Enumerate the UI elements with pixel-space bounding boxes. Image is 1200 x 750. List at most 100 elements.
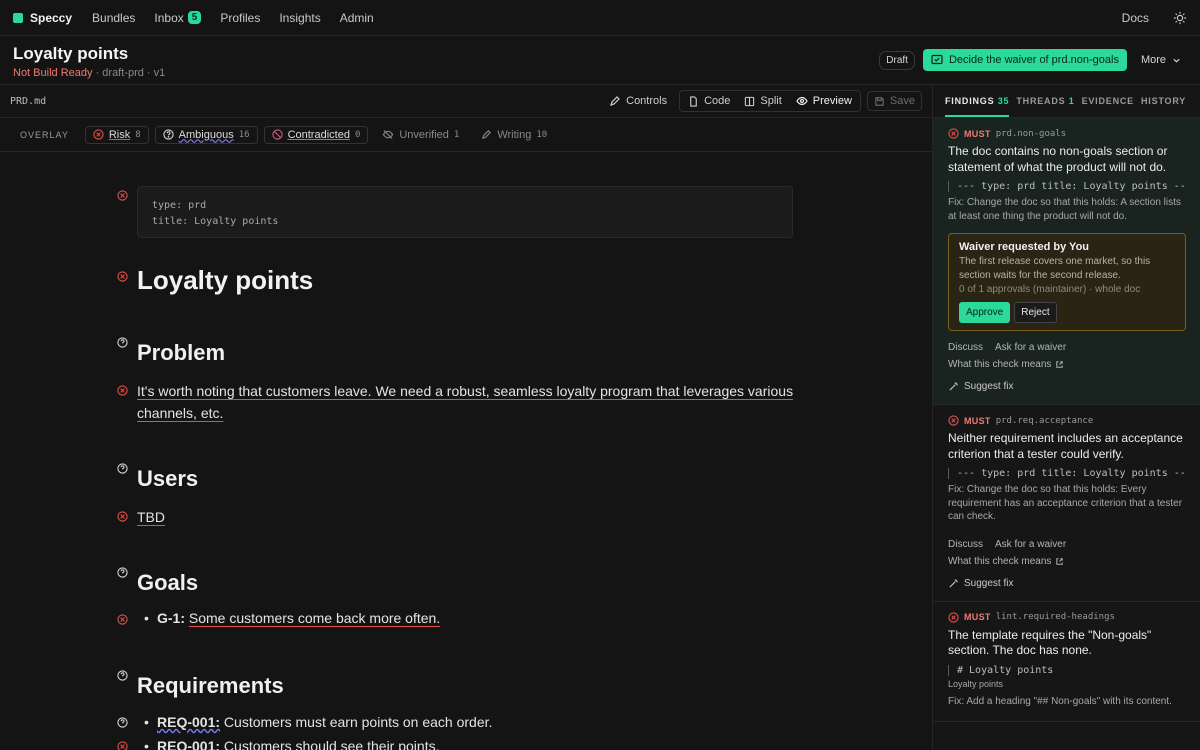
top-nav: Speccy Bundles Inbox 5 Profiles Insights… bbox=[0, 0, 1200, 36]
nav-insights[interactable]: Insights bbox=[279, 11, 320, 25]
risk-marker-icon[interactable] bbox=[117, 190, 128, 201]
x-circle-icon bbox=[93, 129, 104, 140]
goal-text[interactable]: Some customers come back more often. bbox=[189, 610, 440, 626]
overlay-chip-ambiguous[interactable]: Ambiguous 16 bbox=[154, 125, 258, 144]
pencil-icon bbox=[610, 96, 620, 106]
split-view-button[interactable]: Split bbox=[738, 92, 787, 110]
decide-waiver-button[interactable]: Decide the waiver of prd.non-goals bbox=[922, 49, 1127, 71]
code-label: Code bbox=[704, 95, 731, 107]
nav-docs[interactable]: Docs bbox=[1122, 11, 1149, 25]
ambiguous-marker-icon[interactable] bbox=[117, 567, 128, 578]
finding-links: Discuss Ask for a waiver What this check … bbox=[948, 536, 1186, 570]
overlay-chip-risk[interactable]: Risk 8 bbox=[84, 125, 149, 144]
risk-marker-icon[interactable] bbox=[117, 385, 128, 396]
ambiguous-marker-icon[interactable] bbox=[117, 463, 128, 474]
more-label: More bbox=[1140, 54, 1166, 66]
reject-button[interactable]: Reject bbox=[1014, 302, 1057, 323]
users-text[interactable]: TBD bbox=[137, 509, 165, 525]
file-code-icon bbox=[690, 95, 697, 107]
finding-quote[interactable]: --- type: prd title: Loyalty points --- bbox=[948, 468, 1186, 479]
magic-wand-icon bbox=[949, 578, 958, 588]
finding-quote[interactable]: # Loyalty points bbox=[948, 664, 1186, 676]
req-text: Customers must earn points on each order… bbox=[223, 714, 493, 730]
risk-marker-icon[interactable] bbox=[117, 741, 128, 750]
suggest-fix-button[interactable]: Suggest fix bbox=[948, 381, 1186, 392]
tab-threads-label: THREADS bbox=[1016, 96, 1066, 106]
finding-text: The template requires the "Non-goals" se… bbox=[948, 627, 1152, 658]
editor-toolbar: PRD.md Controls Code Split Preview Save bbox=[0, 85, 932, 118]
check-means-link[interactable]: What this check means bbox=[948, 553, 1186, 570]
controls-label: Controls bbox=[626, 95, 668, 107]
overlay-chip-contradicted[interactable]: Contradicted 0 bbox=[263, 125, 369, 144]
problem-paragraph: It's worth noting that customers leave. … bbox=[137, 380, 797, 424]
doc-meta: · draft-prd · v1 bbox=[95, 67, 166, 79]
finding-card[interactable]: MUST lint.required-headings The template… bbox=[933, 602, 1200, 722]
frontmatter-line: title: Loyalty points bbox=[152, 216, 279, 227]
finding-card[interactable]: MUST prd.non-goals The doc contains no n… bbox=[933, 118, 1200, 405]
waiver-meta: 0 of 1 approvals (maintainer) · whole do… bbox=[959, 284, 1141, 295]
risk-marker-icon[interactable] bbox=[117, 511, 128, 522]
tab-findings-count: 35 bbox=[997, 95, 1010, 106]
save-button[interactable]: Save bbox=[866, 91, 922, 111]
nav-profiles[interactable]: Profiles bbox=[220, 11, 260, 25]
tab-threads-count: 1 bbox=[1068, 96, 1075, 106]
writing-label: Writing bbox=[497, 128, 532, 141]
build-status: Not Build Ready bbox=[13, 67, 93, 79]
suggest-fix-button[interactable]: Suggest fix bbox=[948, 578, 1186, 589]
code-view-button[interactable]: Code bbox=[682, 92, 736, 110]
overlay-chip-unverified[interactable]: Unverified 1 bbox=[374, 126, 467, 144]
problem-text[interactable]: It's worth noting that customers leave. … bbox=[137, 383, 793, 421]
document-preview: type: prd title: Loyalty points Loyalty … bbox=[0, 152, 932, 750]
check-means-link[interactable]: What this check means bbox=[948, 356, 1186, 373]
suggest-fix-label: Suggest fix bbox=[964, 577, 1014, 589]
contradicted-label: Contradicted bbox=[287, 128, 350, 141]
ambiguous-marker-icon[interactable] bbox=[117, 337, 128, 348]
decide-waiver-label: Decide the waiver of prd.non-goals bbox=[948, 54, 1119, 66]
overlay-bar: OVERLAY Risk 8 Ambiguous 16 Contradicted… bbox=[0, 118, 932, 152]
ambiguous-marker-icon[interactable] bbox=[117, 717, 128, 728]
rule-id: prd.non-goals bbox=[995, 128, 1067, 139]
split-label: Split bbox=[760, 95, 782, 107]
theme-toggle-sun-icon[interactable] bbox=[1173, 11, 1187, 25]
finding-quote[interactable]: --- type: prd title: Loyalty points --- bbox=[948, 181, 1186, 192]
ambiguous-marker-icon[interactable] bbox=[117, 670, 128, 681]
finding-card[interactable]: MUST prd.req.acceptance Neither requirem… bbox=[933, 405, 1200, 602]
finding-quote-sub: Loyalty points bbox=[948, 678, 1004, 689]
tab-threads[interactable]: THREADS 1 bbox=[1016, 96, 1074, 106]
ask-waiver-link[interactable]: Ask for a waiver bbox=[995, 342, 1066, 353]
heading-requirements: Requirements bbox=[137, 673, 284, 698]
waiver-request: Waiver requested by You The first releas… bbox=[948, 233, 1186, 331]
req-id[interactable]: REQ-001: bbox=[157, 714, 220, 730]
goal-id: G-1: bbox=[157, 610, 185, 626]
unverified-count: 1 bbox=[453, 129, 460, 140]
ask-waiver-link[interactable]: Ask for a waiver bbox=[995, 539, 1066, 550]
req-id[interactable]: REQ-001: bbox=[157, 738, 220, 750]
eye-off-icon bbox=[383, 129, 394, 140]
frontmatter-block: type: prd title: Loyalty points bbox=[137, 186, 793, 238]
contradicted-count: 0 bbox=[354, 129, 361, 140]
risk-marker-icon[interactable] bbox=[117, 271, 128, 282]
nav-inbox[interactable]: Inbox 5 bbox=[154, 11, 202, 25]
finding-fix: Fix: Change the doc so that this holds: … bbox=[948, 197, 1181, 222]
finding-fix: Fix: Change the doc so that this holds: … bbox=[948, 484, 1183, 522]
severity-label: MUST bbox=[964, 415, 991, 426]
panel-tabs: FINDINGS 35 THREADS 1 EVIDENCE HISTORY bbox=[933, 85, 1200, 118]
nav-bundles[interactable]: Bundles bbox=[92, 11, 135, 25]
pen-icon bbox=[482, 130, 492, 140]
discuss-link[interactable]: Discuss bbox=[948, 539, 983, 550]
approve-button[interactable]: Approve bbox=[959, 302, 1011, 323]
nav-admin[interactable]: Admin bbox=[340, 11, 374, 25]
discuss-link[interactable]: Discuss bbox=[948, 342, 983, 353]
preview-view-button[interactable]: Preview bbox=[790, 92, 858, 110]
rule-id: lint.required-headings bbox=[995, 612, 1115, 622]
tab-history[interactable]: HISTORY bbox=[1141, 96, 1186, 106]
message-check-icon bbox=[931, 54, 943, 65]
heading-goals: Goals bbox=[137, 570, 199, 595]
tab-evidence[interactable]: EVIDENCE bbox=[1082, 96, 1134, 106]
overlay-chip-writing[interactable]: Writing 10 bbox=[473, 126, 555, 144]
brand[interactable]: Speccy bbox=[13, 11, 72, 25]
risk-marker-icon[interactable] bbox=[117, 614, 128, 625]
controls-button[interactable]: Controls bbox=[603, 92, 673, 110]
tab-findings[interactable]: FINDINGS 35 bbox=[945, 86, 1010, 117]
more-menu-button[interactable]: More bbox=[1135, 50, 1187, 70]
